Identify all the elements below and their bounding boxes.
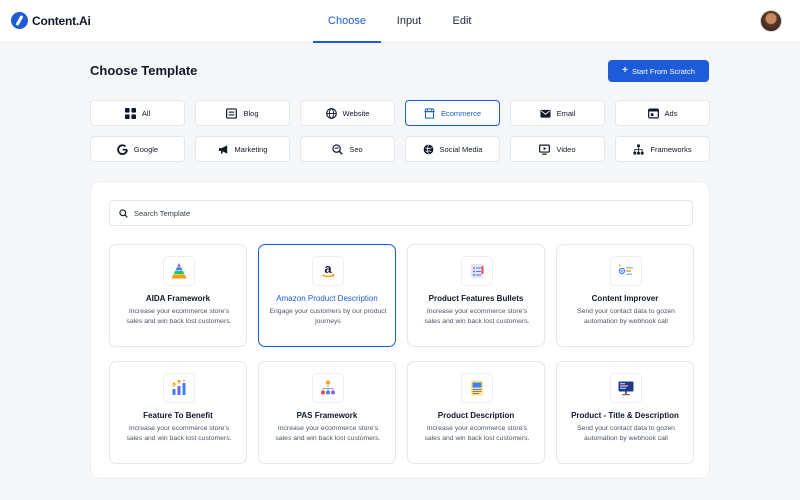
tab-edit[interactable]: Edit <box>437 0 487 43</box>
category-frameworks[interactable]: Frameworks <box>615 136 710 162</box>
frameworks-icon <box>633 143 644 155</box>
template-description: Send your contact data to gozen automati… <box>577 425 675 442</box>
ads-icon <box>647 108 659 118</box>
category-label: Ads <box>664 108 678 118</box>
blog-icon <box>226 107 238 119</box>
template-card-feature-to-benefit[interactable]: Feature To Benefit Increase your ecommer… <box>109 361 247 464</box>
category-label: Blog <box>243 108 259 118</box>
template-grid: AIDA Framework Increase your ecommerce s… <box>109 244 694 464</box>
template-description: Increase your ecommerce store's sales an… <box>275 425 381 442</box>
template-card-product-description[interactable]: Product Description Increase your ecomme… <box>407 361 545 464</box>
start-from-scratch-button[interactable]: + Start From Scratch <box>608 60 709 82</box>
search-input[interactable] <box>134 208 674 218</box>
category-seo[interactable]: Seo <box>300 136 395 162</box>
template-card-amazon-product-description[interactable]: a Amazon Product Description Engage your… <box>258 244 396 347</box>
top-bar: Content.Ai Choose Input Edit <box>0 0 800 43</box>
logo-mark-icon <box>11 12 28 29</box>
search-icon <box>119 208 128 218</box>
category-website[interactable]: Website <box>300 100 395 126</box>
category-blog[interactable]: Blog <box>195 100 290 126</box>
search-box[interactable] <box>109 200 693 226</box>
start-from-scratch-label: Start From Scratch <box>631 66 695 76</box>
tab-input[interactable]: Input <box>381 0 437 43</box>
seo-icon <box>332 143 344 155</box>
document-icon <box>461 373 493 403</box>
category-label: All <box>141 108 151 118</box>
monitor-icon <box>610 373 642 403</box>
page-title: Choose Template <box>90 63 198 78</box>
logo-text: Content.Ai <box>32 13 91 28</box>
template-title: Amazon Product Description <box>276 294 378 303</box>
category-filters: All Blog Website Ecommerce Email Ads Goo… <box>90 100 710 162</box>
tab-choose[interactable]: Choose <box>313 0 381 43</box>
template-title: Product Description <box>437 411 515 420</box>
template-title: AIDA Framework <box>145 294 211 303</box>
category-social-media[interactable]: Social Media <box>405 136 500 162</box>
pyramid-icon <box>163 256 195 286</box>
templates-panel: AIDA Framework Increase your ecommerce s… <box>90 181 710 479</box>
logo[interactable]: Content.Ai <box>11 12 91 29</box>
category-label: Marketing <box>234 144 268 154</box>
store-icon <box>424 107 435 119</box>
category-all[interactable]: All <box>90 100 185 126</box>
growth-arrows-icon <box>163 373 195 403</box>
category-email[interactable]: Email <box>510 100 605 126</box>
category-marketing[interactable]: Marketing <box>195 136 290 162</box>
category-ads[interactable]: Ads <box>615 100 710 126</box>
template-card-aida-framework[interactable]: AIDA Framework Increase your ecommerce s… <box>109 244 247 347</box>
template-description: Engage your customers by our product jou… <box>269 308 387 325</box>
category-label: Email <box>556 108 576 118</box>
template-title: Product - Title & Description <box>571 411 679 420</box>
plus-icon: + <box>622 65 628 76</box>
category-label: Seo <box>349 144 363 154</box>
template-title: Content Improver <box>591 294 659 303</box>
category-label: Website <box>342 108 370 118</box>
bullet-list-icon <box>461 256 493 286</box>
template-card-product-features-bullets[interactable]: Product Features Bullets Increase your e… <box>407 244 545 347</box>
template-title: Feature To Benefit <box>143 411 213 420</box>
template-card-pas-framework[interactable]: PAS Framework Increase your ecommerce st… <box>258 361 396 464</box>
grid-icon <box>124 107 136 119</box>
category-video[interactable]: Video <box>510 136 605 162</box>
template-description: Increase your ecommerce store's sales an… <box>424 308 530 325</box>
template-description: Increase your ecommerce store's sales an… <box>126 425 232 442</box>
user-avatar[interactable] <box>760 10 782 32</box>
social-icon <box>423 144 433 154</box>
category-label: Frameworks <box>650 144 692 154</box>
category-label: Social Media <box>439 144 483 154</box>
category-label: Google <box>133 144 159 154</box>
svg-text:a: a <box>324 262 332 276</box>
step-tabs: Choose Input Edit <box>313 0 487 43</box>
category-ecommerce[interactable]: Ecommerce <box>405 100 500 126</box>
category-label: Video <box>556 144 576 154</box>
hierarchy-icon <box>312 373 344 403</box>
google-icon <box>117 143 128 155</box>
template-title: PAS Framework <box>296 411 358 420</box>
amazon-icon: a <box>312 256 344 286</box>
template-title: Product Features Bullets <box>428 294 524 303</box>
template-card-content-improver[interactable]: Content Improver Send your contact data … <box>556 244 694 347</box>
category-google[interactable]: Google <box>90 136 185 162</box>
template-description: Send your contact data to gozen automati… <box>577 308 675 325</box>
category-label: Ecommerce <box>440 108 481 118</box>
template-description: Increase your ecommerce store's sales an… <box>424 425 530 442</box>
megaphone-icon <box>218 144 227 154</box>
template-description: Increase your ecommerce store's sales an… <box>126 308 232 325</box>
globe-icon <box>325 107 337 119</box>
content-improver-icon <box>610 256 642 286</box>
template-card-product-title-description[interactable]: Product - Title & Description Send your … <box>556 361 694 464</box>
email-icon <box>540 109 551 118</box>
video-icon <box>539 144 551 155</box>
